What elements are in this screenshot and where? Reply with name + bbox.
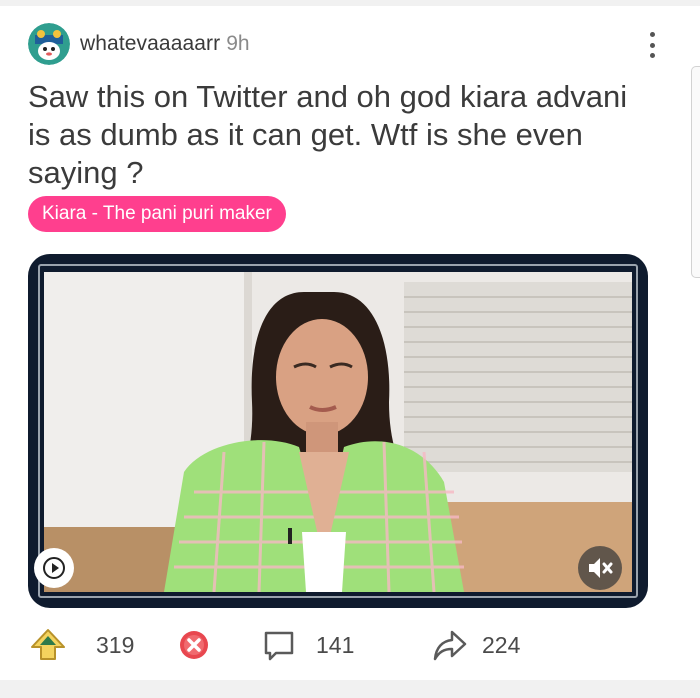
scrollbar-thumb[interactable] [691, 66, 700, 278]
post-actions: 319 141 224 [28, 622, 648, 668]
upvote-count: 319 [96, 631, 135, 658]
post-header: whatevaaaaarr 9h [28, 20, 668, 68]
comment-button[interactable]: 141 [262, 622, 354, 668]
username[interactable]: whatevaaaaarr [80, 32, 220, 56]
downvote-icon [180, 631, 208, 659]
comment-icon [264, 631, 294, 661]
top-divider [0, 0, 700, 6]
comment-count: 141 [316, 631, 355, 658]
post-flair[interactable]: Kiara - The pani puri maker [28, 196, 286, 232]
post-time: 9h [226, 32, 250, 55]
video-player[interactable] [28, 254, 648, 608]
share-button[interactable]: 224 [432, 622, 520, 668]
post-title[interactable]: Saw this on Twitter and oh god kiara adv… [28, 78, 648, 192]
upvote-button[interactable]: 319 [28, 622, 134, 668]
mute-icon[interactable] [578, 546, 622, 590]
avatar[interactable] [28, 23, 70, 65]
share-count: 224 [482, 631, 521, 658]
downvote-button[interactable] [178, 622, 210, 668]
upvote-icon [31, 629, 65, 660]
bottom-divider [0, 680, 700, 698]
video-thumbnail[interactable] [44, 272, 632, 592]
share-icon [433, 630, 467, 661]
play-icon[interactable] [34, 548, 74, 588]
more-options-icon[interactable] [642, 30, 662, 60]
